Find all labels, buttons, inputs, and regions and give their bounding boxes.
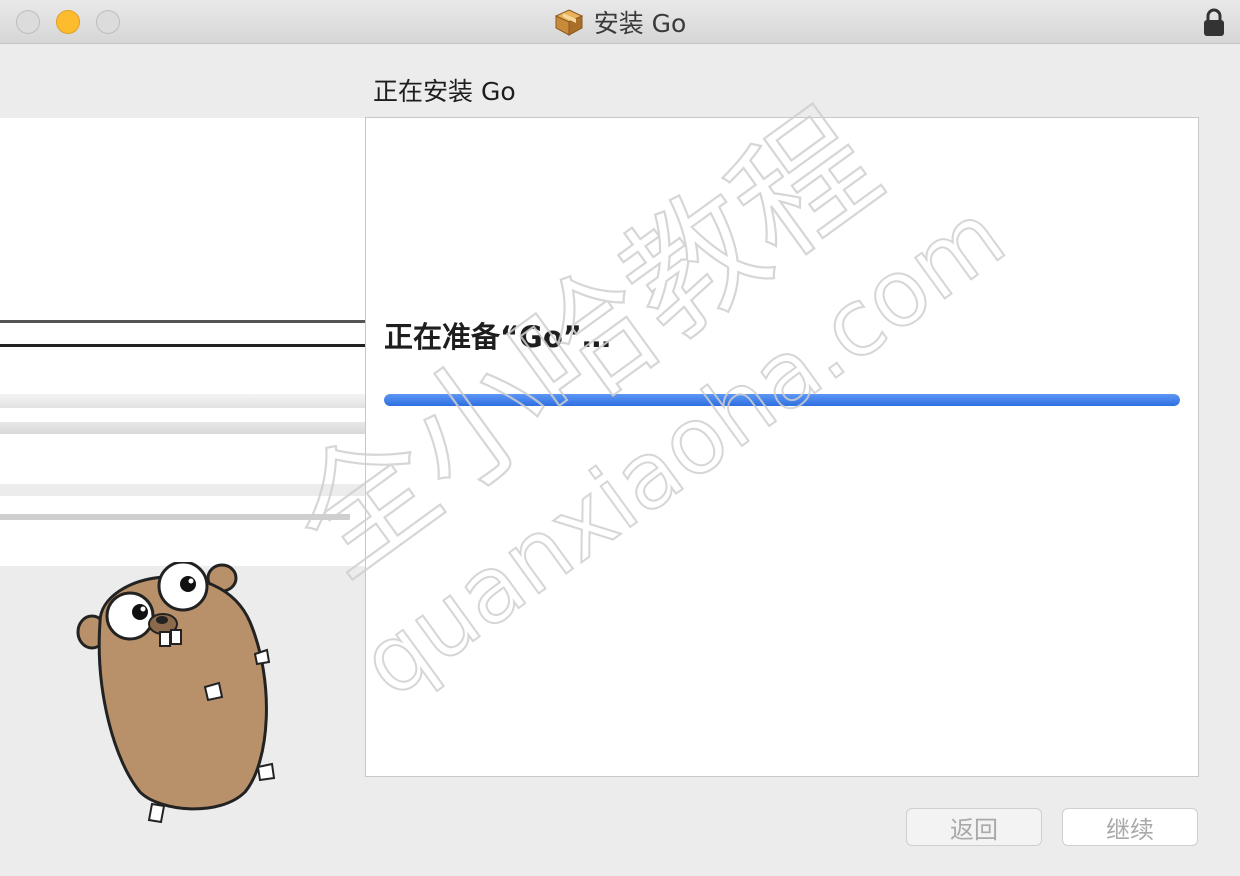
install-content-panel: 正在准备“Go”…: [365, 117, 1199, 777]
sidebar-divider: [0, 344, 366, 347]
package-icon: [554, 9, 583, 36]
install-progress-bar: [384, 394, 1180, 406]
sidebar-divider: [0, 320, 366, 323]
window-title-group: 安装 Go: [0, 0, 1240, 44]
sidebar-band: [0, 394, 420, 408]
sidebar-artwork: [0, 118, 440, 566]
install-progress-fill: [384, 394, 1180, 406]
continue-button[interactable]: 继续: [1062, 808, 1198, 846]
title-bar[interactable]: 安装 Go: [0, 0, 1240, 44]
step-heading: 正在安装 Go: [373, 77, 516, 106]
lock-icon[interactable]: [1202, 7, 1226, 37]
zoom-button[interactable]: [96, 10, 120, 34]
close-button[interactable]: [16, 10, 40, 34]
installer-window: 安装 Go 正在安装 Go 正在准备“Go”… 全小哈教程 quanxiaoha…: [0, 0, 1240, 876]
gopher-mascot-icon: [76, 562, 276, 824]
minimize-button[interactable]: [56, 10, 80, 34]
install-status-text: 正在准备“Go”…: [384, 320, 611, 354]
sidebar-band: [0, 514, 350, 520]
back-button[interactable]: 返回: [906, 808, 1042, 846]
window-title: 安装 Go: [593, 9, 687, 38]
